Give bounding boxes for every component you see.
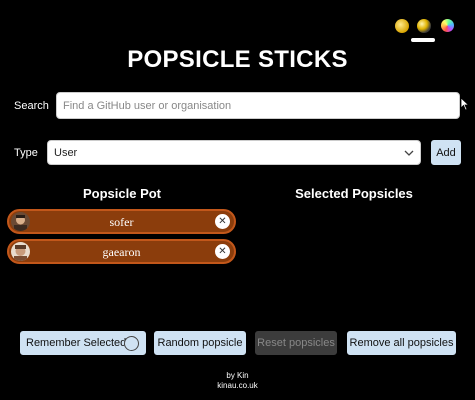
reset-popsicles-button: Reset popsicles: [255, 331, 337, 355]
page-title: POPSICLE STICKS: [127, 46, 348, 73]
selected-popsicles-heading: Selected Popsicles: [295, 186, 413, 201]
action-bar: Remember Selected Random popsicle Reset …: [0, 331, 475, 355]
rainbow-icon[interactable]: [441, 19, 454, 32]
remove-icon[interactable]: ✕: [215, 244, 230, 259]
footer-credit: by Kin: [226, 371, 249, 380]
remember-selected-button[interactable]: Remember Selected: [20, 331, 146, 355]
popsicle-item[interactable]: sofer ✕: [7, 209, 236, 234]
popsicle-name: sofer: [109, 215, 134, 229]
popsicle-pot-heading: Popsicle Pot: [82, 186, 162, 201]
type-select-value: User: [54, 146, 78, 159]
add-button[interactable]: Add: [431, 140, 461, 165]
search-label: Search: [14, 100, 49, 112]
theme-selected-indicator: [411, 38, 435, 42]
type-label: Type: [14, 147, 38, 159]
footer-link[interactable]: kinau.co.uk: [0, 381, 475, 390]
remember-selected-toggle[interactable]: [124, 336, 139, 351]
sun-icon[interactable]: [395, 19, 409, 33]
theme-switcher: [392, 16, 458, 44]
popsicle-name: gaearon: [102, 245, 141, 259]
popsicle-item[interactable]: gaearon ✕: [7, 239, 236, 264]
moon-icon[interactable]: [417, 19, 431, 33]
random-popsicle-button[interactable]: Random popsicle: [154, 331, 246, 355]
type-select[interactable]: User: [47, 140, 421, 165]
mouse-cursor-icon: [460, 97, 470, 111]
popsicle-pot-list: sofer ✕ gaearon ✕: [7, 209, 236, 269]
remove-icon[interactable]: ✕: [215, 214, 230, 229]
search-input[interactable]: [56, 92, 460, 119]
remove-all-popsicles-button[interactable]: Remove all popsicles: [347, 331, 456, 355]
remember-selected-label: Remember Selected: [26, 337, 127, 349]
chevron-down-icon: [404, 150, 414, 156]
